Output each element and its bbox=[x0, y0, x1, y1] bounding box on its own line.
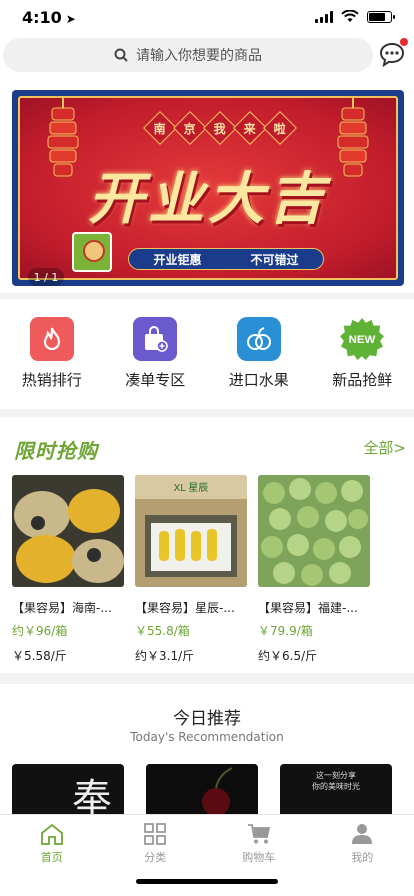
product-card[interactable]: 【果容易】海南-... 约￥96/箱 ￥5.58/斤 bbox=[12, 475, 124, 664]
tag-char: 京 bbox=[173, 111, 207, 145]
product-unit-price: ￥5.58/斤 bbox=[12, 649, 67, 663]
status-time: 4:10 ➤ bbox=[22, 8, 76, 27]
tab-label: 购物车 bbox=[242, 851, 276, 864]
category-imported-fruit[interactable]: 进口水果 bbox=[207, 299, 311, 409]
store-logo bbox=[72, 232, 112, 272]
search-input[interactable]: 请输入你想要的商品 bbox=[3, 38, 373, 72]
tag-char: 我 bbox=[203, 111, 237, 145]
product-card[interactable]: XL 星辰 【果容易】星辰-... ￥55.8/箱 约￥3.1/斤 bbox=[135, 475, 247, 664]
notification-dot bbox=[400, 38, 408, 46]
tag-char: 来 bbox=[233, 111, 267, 145]
user-icon bbox=[352, 824, 373, 844]
status-bar: 4:10 ➤ bbox=[0, 0, 414, 38]
product-price: 约￥96/箱 bbox=[12, 624, 68, 638]
search-placeholder: 请输入你想要的商品 bbox=[136, 48, 262, 64]
tag-char: 啦 bbox=[263, 111, 297, 145]
tab-label: 首页 bbox=[40, 851, 63, 864]
product-image-guava bbox=[258, 475, 370, 587]
product-name: 【果容易】海南-... bbox=[12, 601, 112, 615]
category-shortcuts: 热销排行 凑单专区 进口水果 NEW 新品抢鲜 bbox=[0, 299, 414, 409]
cherry-image bbox=[146, 764, 258, 814]
banner-tagline: 南 京 我 来 啦 bbox=[143, 111, 297, 145]
product-image-banana: XL 星辰 bbox=[135, 475, 247, 587]
recommendation-title: 今日推荐 bbox=[173, 709, 241, 729]
category-bundle-zone[interactable]: 凑单专区 bbox=[104, 299, 208, 409]
flash-sale-title: 限时抢购 bbox=[14, 439, 98, 463]
home-indicator bbox=[136, 879, 278, 884]
category-label: 凑单专区 bbox=[125, 371, 186, 389]
category-label: 新品抢鲜 bbox=[332, 371, 393, 389]
flash-sale-section: 限时抢购 全部> 【果容易】海南-... 约￥96/箱 ￥5.58/斤 XL 星… bbox=[0, 417, 414, 673]
recommendation-card[interactable] bbox=[146, 764, 258, 814]
cart-icon bbox=[247, 824, 270, 844]
status-icons bbox=[315, 10, 395, 23]
banner-title: 开业大吉 bbox=[88, 166, 328, 232]
recommendation-subtitle: Today's Recommendation bbox=[130, 730, 284, 744]
product-price: ￥55.8/箱 bbox=[135, 624, 190, 638]
shopping-bag-icon bbox=[133, 317, 178, 361]
tab-label: 分类 bbox=[144, 851, 167, 864]
category-label: 热销排行 bbox=[21, 371, 82, 389]
product-name: 【果容易】福建-... bbox=[258, 601, 358, 615]
product-unit-price: 约￥3.1/斤 bbox=[135, 649, 195, 663]
message-button[interactable] bbox=[378, 38, 408, 68]
new-badge-icon: NEW bbox=[340, 317, 385, 361]
clock: 4:10 bbox=[22, 8, 62, 27]
category-label: 进口水果 bbox=[228, 371, 289, 389]
search-icon bbox=[114, 48, 128, 62]
box-label: XL 星辰 bbox=[174, 482, 209, 494]
fruit-icon bbox=[236, 317, 281, 361]
category-hot-ranking[interactable]: 热销排行 bbox=[0, 299, 104, 409]
category-new-arrivals[interactable]: NEW 新品抢鲜 bbox=[311, 299, 414, 409]
tab-home[interactable]: 首页 bbox=[0, 815, 104, 896]
product-price: ￥79.9/箱 bbox=[258, 624, 313, 638]
grid-icon bbox=[144, 823, 167, 845]
location-arrow-icon: ➤ bbox=[65, 12, 76, 26]
home-icon bbox=[40, 823, 63, 845]
banner-carousel[interactable]: 南 京 我 来 啦 开业大吉 开业钜惠 不可错过 bbox=[0, 78, 414, 293]
tag-char: 南 bbox=[143, 111, 177, 145]
product-unit-price: 约￥6.5/斤 bbox=[258, 649, 318, 663]
recommendation-card[interactable]: 这一刻分享 你的美味时光 bbox=[280, 764, 392, 814]
product-card[interactable]: 【果容易】福建-... ￥79.9/箱 约￥6.5/斤 bbox=[258, 475, 370, 664]
recommendation-section: 今日推荐 Today's Recommendation 奉 这一刻分享 你的美味… bbox=[0, 684, 414, 814]
promo-left: 开业钜惠 bbox=[153, 252, 202, 267]
search-row: 请输入你想要的商品 bbox=[0, 38, 414, 78]
recommendation-card[interactable]: 奉 bbox=[12, 764, 124, 814]
flame-icon bbox=[29, 317, 74, 361]
flash-sale-view-all[interactable]: 全部> bbox=[363, 437, 406, 458]
promo-right: 不可错过 bbox=[250, 252, 299, 267]
banner-frame: 南 京 我 来 啦 开业大吉 开业钜惠 不可错过 bbox=[18, 96, 398, 280]
cellular-signal-icon bbox=[315, 10, 333, 23]
tab-profile[interactable]: 我的 bbox=[311, 815, 414, 896]
wifi-icon bbox=[341, 10, 359, 22]
card-caption: 这一刻分享 你的美味时光 bbox=[312, 771, 360, 791]
banner-slide[interactable]: 南 京 我 来 啦 开业大吉 开业钜惠 不可错过 bbox=[12, 90, 404, 286]
tab-label: 我的 bbox=[351, 851, 374, 864]
card-calligraphy: 奉 bbox=[72, 776, 112, 814]
new-badge-text: NEW bbox=[349, 334, 376, 346]
product-image-melon bbox=[12, 475, 124, 587]
banner-promo-pill: 开业钜惠 不可错过 bbox=[128, 248, 324, 270]
battery-icon bbox=[367, 10, 395, 23]
product-name: 【果容易】星辰-... bbox=[135, 601, 235, 615]
carousel-page-indicator: 1 / 1 bbox=[28, 268, 64, 286]
